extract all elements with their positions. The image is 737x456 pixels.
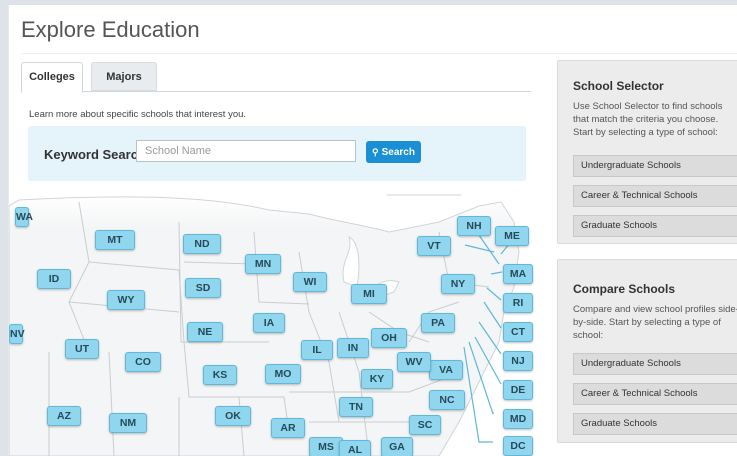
state-MN[interactable]: MN <box>245 254 281 274</box>
state-OK[interactable]: OK <box>215 406 251 426</box>
school-selector-description: Use School Selector to find schools that… <box>573 101 723 138</box>
state-NJ[interactable]: NJ <box>503 351 533 371</box>
state-MD[interactable]: MD <box>503 409 533 429</box>
page: Explore Education Colleges Majors Learn … <box>8 5 737 456</box>
selector-career-technical-button[interactable]: Career & Technical Schools <box>573 185 737 207</box>
state-AZ[interactable]: AZ <box>47 406 81 426</box>
compare-career-technical-button[interactable]: Career & Technical Schools <box>573 383 737 405</box>
state-AR[interactable]: AR <box>271 418 305 438</box>
state-UT[interactable]: UT <box>65 339 99 359</box>
state-PA[interactable]: PA <box>421 313 455 333</box>
state-ME[interactable]: ME <box>495 226 529 246</box>
search-button[interactable]: ⚲ Search <box>366 141 421 163</box>
intro-text: Learn more about specific schools that i… <box>29 109 247 120</box>
state-IL[interactable]: IL <box>301 340 333 360</box>
state-KS[interactable]: KS <box>203 365 237 385</box>
state-TN[interactable]: TN <box>339 397 373 417</box>
tab-bar: Colleges Majors <box>21 62 531 93</box>
state-DE[interactable]: DE <box>503 380 533 400</box>
compare-undergraduate-button[interactable]: Undergraduate Schools <box>573 353 737 375</box>
school-name-input[interactable] <box>136 140 356 162</box>
school-selector-title: School Selector <box>573 79 664 93</box>
state-MS[interactable]: MS <box>309 437 343 456</box>
state-RI[interactable]: RI <box>503 293 533 313</box>
search-icon: ⚲ <box>372 147 379 157</box>
selector-graduate-button[interactable]: Graduate Schools <box>573 215 737 237</box>
state-WI[interactable]: WI <box>293 272 327 292</box>
state-MT[interactable]: MT <box>95 230 135 250</box>
state-MI[interactable]: MI <box>351 284 387 304</box>
state-DC[interactable]: DC <box>503 436 533 456</box>
keyword-search-label: Keyword Search <box>44 147 146 162</box>
state-WY[interactable]: WY <box>107 290 145 310</box>
compare-schools-description: Compare and view school profiles side-by… <box>573 304 737 341</box>
state-KY[interactable]: KY <box>361 369 393 389</box>
compare-schools-title: Compare Schools <box>573 282 676 296</box>
school-selector-panel: School Selector Use School Selector to f… <box>557 60 737 244</box>
state-MO[interactable]: MO <box>265 364 301 384</box>
state-ID[interactable]: ID <box>37 269 71 289</box>
state-NC[interactable]: NC <box>429 390 465 410</box>
state-CO[interactable]: CO <box>125 352 161 372</box>
state-WA[interactable]: WA <box>15 207 33 227</box>
state-CT[interactable]: CT <box>503 322 533 342</box>
us-map: WA MT ND MN WI MI ID WY SD NE IA IL IN O… <box>9 192 534 456</box>
title-divider <box>21 53 737 54</box>
state-NV[interactable]: NV <box>9 324 25 344</box>
state-NH[interactable]: NH <box>457 216 491 236</box>
selector-undergraduate-button[interactable]: Undergraduate Schools <box>573 155 737 177</box>
state-OH[interactable]: OH <box>371 328 407 348</box>
state-WV[interactable]: WV <box>397 352 431 372</box>
state-ND[interactable]: ND <box>183 234 221 254</box>
keyword-search-box: Keyword Search ⚲Search <box>28 126 526 181</box>
state-NM[interactable]: NM <box>109 413 147 433</box>
state-NE[interactable]: NE <box>187 322 223 342</box>
state-IA[interactable]: IA <box>253 313 285 333</box>
search-button-label: Search <box>381 147 415 158</box>
tab-majors[interactable]: Majors <box>91 62 157 91</box>
state-VA[interactable]: VA <box>429 360 463 380</box>
page-title: Explore Education <box>21 17 200 42</box>
compare-schools-panel: Compare Schools Compare and view school … <box>557 259 737 443</box>
state-VT[interactable]: VT <box>417 236 451 256</box>
state-GA[interactable]: GA <box>381 437 413 456</box>
state-SC[interactable]: SC <box>409 415 441 435</box>
state-MA[interactable]: MA <box>503 264 533 284</box>
state-AL[interactable]: AL <box>339 440 371 456</box>
compare-graduate-button[interactable]: Graduate Schools <box>573 413 737 435</box>
state-NY[interactable]: NY <box>441 274 475 294</box>
state-IN[interactable]: IN <box>337 338 369 358</box>
state-SD[interactable]: SD <box>185 278 221 298</box>
tab-colleges[interactable]: Colleges <box>21 62 83 93</box>
